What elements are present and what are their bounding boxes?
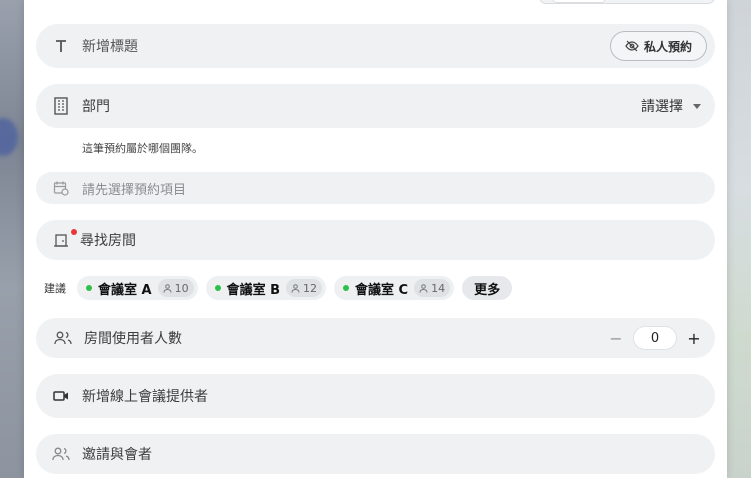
available-dot xyxy=(86,285,92,291)
online-meeting-field[interactable]: 新增線上會議提供者 xyxy=(36,374,715,418)
booking-item-field[interactable]: 請先選擇預約項目 xyxy=(36,172,715,204)
more-rooms-button[interactable]: 更多 xyxy=(462,276,513,300)
occupancy-value[interactable]: 0 xyxy=(633,326,677,350)
department-hint: 這筆預約屬於哪個團隊。 xyxy=(82,142,203,155)
title-field[interactable]: 新增標題 私人預約 xyxy=(36,24,715,68)
capacity-value: 12 xyxy=(303,281,318,295)
required-indicator xyxy=(71,229,77,235)
person-icon xyxy=(163,283,172,293)
increment-button[interactable]: + xyxy=(687,329,701,348)
people-icon xyxy=(52,445,70,463)
attendees-field[interactable]: 邀請與會者 xyxy=(36,434,715,474)
person-icon xyxy=(419,283,428,293)
eye-off-icon xyxy=(625,40,639,52)
department-label: 部門 xyxy=(82,99,110,115)
room-search-placeholder: 尋找房間 xyxy=(80,233,136,249)
chevron-down-icon xyxy=(693,103,701,109)
private-booking-button[interactable]: 私人預約 xyxy=(609,31,707,61)
room-occupancy-label: 房間使用者人數 xyxy=(84,331,182,347)
title-placeholder: 新增標題 xyxy=(82,39,138,55)
capacity-badge: 10 xyxy=(157,279,194,297)
door-icon xyxy=(52,231,70,249)
room-chip[interactable]: 會議室 A 10 xyxy=(77,276,198,300)
dialog-header-fragment xyxy=(44,0,174,4)
room-chip[interactable]: 會議室 C 14 xyxy=(334,276,455,300)
room-suggestions: 建議 會議室 A 10 會議室 B 12 會議室 C 14 更多 xyxy=(44,276,513,300)
department-select[interactable]: 部門 請選擇 xyxy=(36,84,715,128)
room-name: 會議室 B xyxy=(226,282,281,298)
capacity-value: 14 xyxy=(431,281,446,295)
occupancy-stepper: − 0 + xyxy=(609,326,701,350)
room-name: 會議室 C xyxy=(355,282,409,298)
header-toggle[interactable] xyxy=(539,0,715,4)
person-icon xyxy=(291,283,300,293)
calendar-clock-icon xyxy=(52,179,70,197)
building-icon xyxy=(52,97,70,115)
text-icon xyxy=(52,37,70,55)
attendees-label: 邀請與會者 xyxy=(82,447,152,463)
private-booking-label: 私人預約 xyxy=(643,39,692,54)
department-value: 請選擇 xyxy=(641,99,683,115)
available-dot xyxy=(214,285,221,291)
room-occupancy-field: 房間使用者人數 − 0 + xyxy=(36,318,715,358)
room-chip[interactable]: 會議室 B 12 xyxy=(205,276,327,300)
people-icon xyxy=(54,329,72,347)
toggle-segment[interactable] xyxy=(552,0,606,3)
available-dot xyxy=(343,285,350,291)
video-camera-icon xyxy=(52,387,70,405)
capacity-badge: 12 xyxy=(286,279,323,297)
booking-dialog: 新增標題 私人預約 部門 請選擇 這筆預約屬於哪個團隊。 請先選擇預約項目 尋找… xyxy=(24,0,727,478)
suggestions-label: 建議 xyxy=(44,282,66,295)
room-search-field[interactable]: 尋找房間 xyxy=(36,220,715,260)
background-right xyxy=(727,0,751,478)
booking-item-placeholder: 請先選擇預約項目 xyxy=(82,182,187,198)
capacity-badge: 14 xyxy=(414,279,451,297)
decrement-button[interactable]: − xyxy=(609,329,623,348)
room-name: 會議室 A xyxy=(98,282,152,298)
background-left xyxy=(0,0,24,478)
capacity-value: 10 xyxy=(174,281,189,295)
online-meeting-label: 新增線上會議提供者 xyxy=(82,389,208,405)
